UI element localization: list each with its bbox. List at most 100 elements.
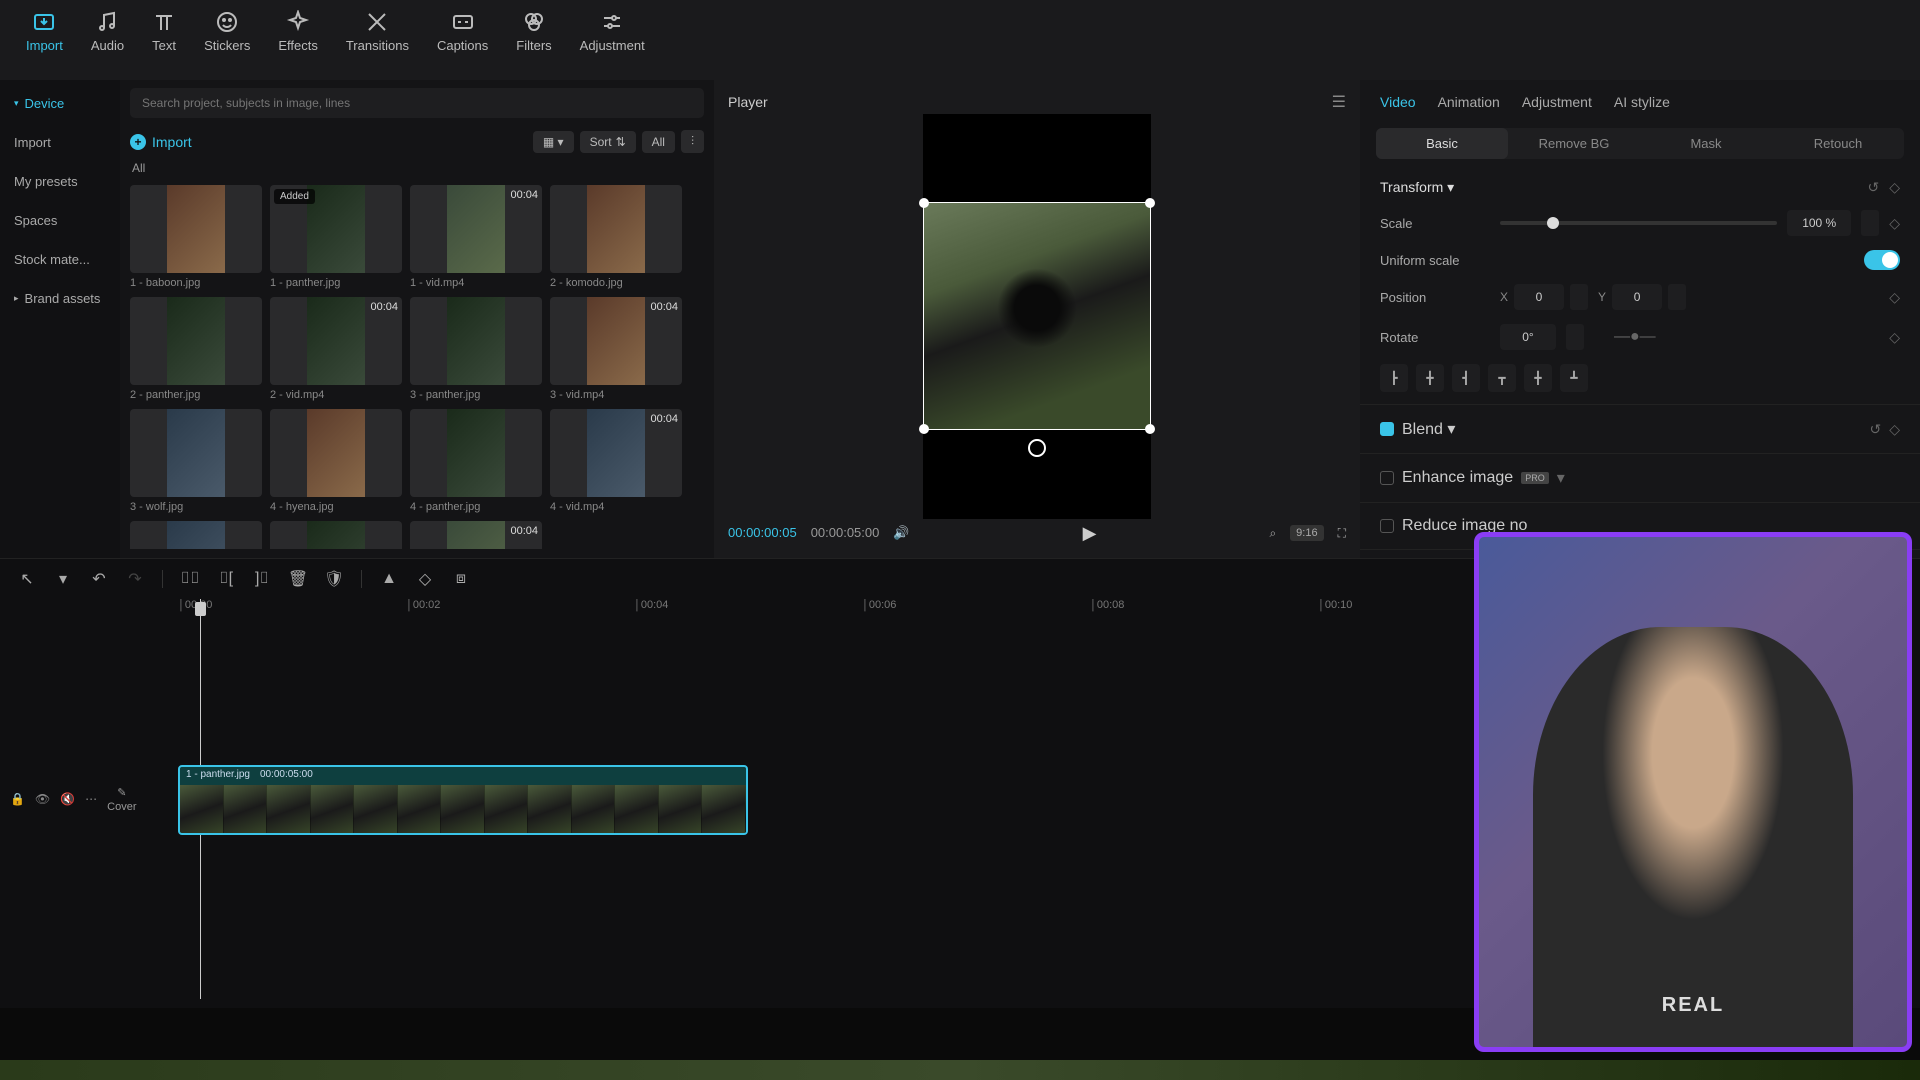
blend-checkbox[interactable] [1380, 422, 1394, 436]
media-thumbnail[interactable] [270, 521, 402, 549]
reduce-noise-checkbox[interactable] [1380, 519, 1394, 533]
redo-button[interactable]: ↷ [122, 566, 148, 592]
split-button[interactable]: ⌷⌷ [177, 566, 203, 592]
align-center-h-button[interactable]: ╋ [1416, 364, 1444, 392]
media-thumbnail[interactable]: 3 - wolf.jpg [130, 409, 262, 513]
volume-icon[interactable]: 🔊 [893, 525, 909, 541]
hide-track-icon[interactable]: 👁 [35, 792, 50, 806]
undo-button[interactable]: ↶ [86, 566, 112, 592]
reset-icon[interactable]: ↺ [1867, 179, 1879, 196]
media-thumbnail[interactable]: 3 - panther.jpg [410, 297, 542, 401]
player-menu-icon[interactable]: ☰ [1332, 92, 1346, 112]
filter-button[interactable]: ⫶ [681, 130, 704, 153]
media-thumbnail[interactable]: 00:043 - vid.mp4 [550, 297, 682, 401]
rotate-cw-button[interactable]: ◇ [412, 566, 438, 592]
selected-clip-preview[interactable] [923, 202, 1151, 430]
media-thumbnail[interactable]: 4 - hyena.jpg [270, 409, 402, 513]
sort-button[interactable]: Sort ⇅ [580, 131, 636, 153]
filter-all-button[interactable]: All [642, 131, 675, 153]
sidebar-presets[interactable]: My presets [0, 162, 120, 201]
track-more-icon[interactable]: ⋯ [85, 792, 97, 806]
media-thumbnail[interactable]: 1 - baboon.jpg [130, 185, 262, 289]
view-grid-button[interactable]: ▦ ▾ [533, 131, 574, 153]
toolbar-adjustment[interactable]: Adjustment [566, 0, 659, 63]
align-top-button[interactable]: ┳ [1488, 364, 1516, 392]
search-input[interactable] [130, 88, 704, 118]
subtab-mask[interactable]: Mask [1640, 128, 1772, 159]
resize-handle-tr[interactable] [1145, 198, 1155, 208]
resize-handle-tl[interactable] [919, 198, 929, 208]
subtab-retouch[interactable]: Retouch [1772, 128, 1904, 159]
position-x-spinner[interactable] [1570, 284, 1588, 310]
media-thumbnail[interactable]: 00:041 - vid.mp4 [410, 185, 542, 289]
toolbar-effects[interactable]: Effects [264, 0, 332, 63]
rotate-keyframe-icon[interactable]: ◇ [1889, 329, 1900, 346]
media-thumbnail[interactable] [130, 521, 262, 549]
toolbar-stickers[interactable]: Stickers [190, 0, 264, 63]
media-thumbnail[interactable]: 2 - panther.jpg [130, 297, 262, 401]
crop-button[interactable]: ⧈ [448, 566, 474, 592]
fullscreen-icon[interactable]: ⛶ [1338, 526, 1346, 541]
sidebar-device[interactable]: ▾Device [0, 84, 120, 123]
position-y-spinner[interactable] [1668, 284, 1686, 310]
blend-reset-icon[interactable]: ↺ [1869, 421, 1881, 438]
subtab-basic[interactable]: Basic [1376, 128, 1508, 159]
position-y-input[interactable] [1612, 284, 1662, 310]
scale-spinner[interactable] [1861, 210, 1879, 236]
toolbar-text[interactable]: Text [138, 0, 190, 63]
mute-track-icon[interactable]: 🔇 [60, 792, 75, 806]
toolbar-audio[interactable]: Audio [77, 0, 138, 63]
blend-keyframe-icon[interactable]: ◇ [1889, 421, 1900, 438]
position-x-input[interactable] [1514, 284, 1564, 310]
select-tool-button[interactable]: ↖ [14, 566, 40, 592]
import-button[interactable]: + Import [130, 134, 192, 150]
snapshot-icon[interactable]: ⌕ [1269, 526, 1276, 541]
align-right-button[interactable]: ┫ [1452, 364, 1480, 392]
media-thumbnail[interactable]: 2 - komodo.jpg [550, 185, 682, 289]
media-thumbnail[interactable]: 00:042 - vid.mp4 [270, 297, 402, 401]
media-thumbnail[interactable]: 4 - panther.jpg [410, 409, 542, 513]
toolbar-import[interactable]: Import [12, 0, 77, 63]
resize-handle-bl[interactable] [919, 424, 929, 434]
canvas[interactable] [923, 114, 1151, 519]
sidebar-stock[interactable]: Stock mate... [0, 240, 120, 279]
rotate-spinner[interactable] [1566, 324, 1584, 350]
rotate-input[interactable] [1500, 324, 1556, 350]
media-thumbnail[interactable]: Added1 - panther.jpg [270, 185, 402, 289]
resize-handle-br[interactable] [1145, 424, 1155, 434]
rotate-handle[interactable] [1028, 439, 1046, 457]
cover-button[interactable]: ✎ Cover [107, 786, 136, 813]
tab-adjustment[interactable]: Adjustment [1522, 94, 1592, 110]
scale-input[interactable] [1787, 210, 1851, 236]
trim-right-button[interactable]: ]⌷ [249, 566, 275, 592]
media-thumbnail[interactable]: 00:044 - vid.mp4 [550, 409, 682, 513]
align-left-button[interactable]: ┣ [1380, 364, 1408, 392]
sidebar-brand[interactable]: ▸Brand assets [0, 279, 120, 318]
aspect-ratio-badge[interactable]: 9:16 [1290, 525, 1323, 541]
toolbar-transitions[interactable]: Transitions [332, 0, 423, 63]
keyframe-icon[interactable]: ◇ [1889, 179, 1900, 196]
delete-button[interactable]: 🗑 [285, 566, 311, 592]
align-bottom-button[interactable]: ┻ [1560, 364, 1588, 392]
select-dropdown[interactable]: ▾ [50, 566, 76, 592]
sidebar-spaces[interactable]: Spaces [0, 201, 120, 240]
tab-video[interactable]: Video [1380, 94, 1416, 110]
subtab-remove-bg[interactable]: Remove BG [1508, 128, 1640, 159]
toolbar-filters[interactable]: Filters [502, 0, 565, 63]
enhance-checkbox[interactable] [1380, 471, 1394, 485]
play-button[interactable]: ▶ [1083, 523, 1097, 544]
position-keyframe-icon[interactable]: ◇ [1889, 289, 1900, 306]
uniform-scale-toggle[interactable] [1864, 250, 1900, 270]
sidebar-import[interactable]: Import [0, 123, 120, 162]
scale-keyframe-icon[interactable]: ◇ [1889, 215, 1900, 232]
scale-slider[interactable] [1500, 221, 1777, 225]
tab-animation[interactable]: Animation [1438, 94, 1500, 110]
mirror-button[interactable]: ▲ [376, 566, 402, 592]
align-center-v-button[interactable]: ╋ [1524, 364, 1552, 392]
trim-left-button[interactable]: ⌷[ [213, 566, 239, 592]
media-thumbnail[interactable]: 00:04 [410, 521, 542, 549]
timeline-clip[interactable]: 1 - panther.jpg 00:00:05:00 [178, 765, 748, 835]
tab-ai-stylize[interactable]: AI stylize [1614, 94, 1670, 110]
toolbar-captions[interactable]: Captions [423, 0, 502, 63]
marker-button[interactable]: 🛡 [321, 566, 347, 592]
